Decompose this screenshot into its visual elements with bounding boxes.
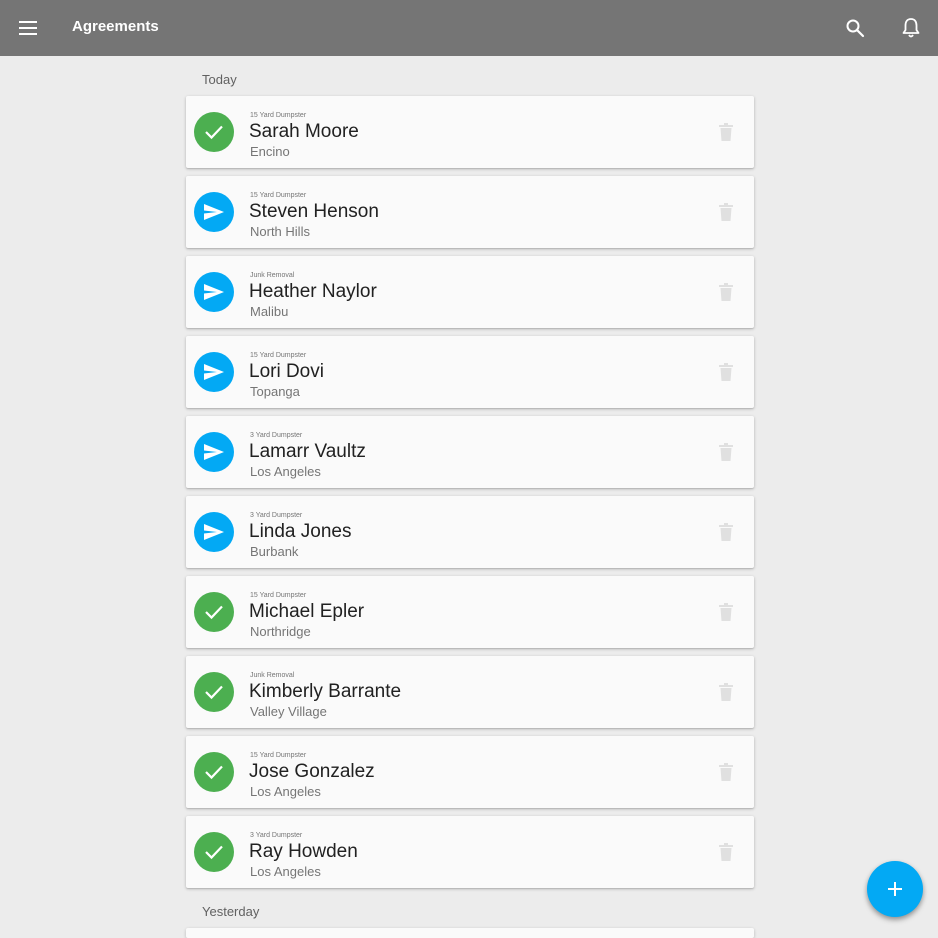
- trash-icon: [719, 523, 733, 541]
- status-sent: [194, 272, 234, 312]
- customer-name: Michael Epler: [249, 601, 365, 622]
- bell-icon: [902, 18, 920, 38]
- trash-icon: [719, 203, 733, 221]
- agreement-card[interactable]: 15 Yard Dumpster Lori Dovi Topanga: [186, 336, 754, 408]
- agreement-card[interactable]: 15 Yard Dumpster Steven Henson North Hills: [186, 176, 754, 248]
- trash-icon: [719, 283, 733, 301]
- customer-name: Lori Dovi: [249, 361, 324, 382]
- agreement-card[interactable]: 15 Yard Dumpster Sarah Moore Encino: [186, 96, 754, 168]
- status-sent: [194, 352, 234, 392]
- delete-button[interactable]: [716, 762, 736, 782]
- delete-button[interactable]: [716, 362, 736, 382]
- customer-city: Topanga: [250, 384, 300, 399]
- section-header-yesterday: Yesterday: [202, 904, 260, 919]
- trash-icon: [719, 763, 733, 781]
- trash-icon: [719, 683, 733, 701]
- customer-name: Lamarr Vaultz: [249, 441, 366, 462]
- plus-icon: [888, 882, 902, 896]
- service-type: 15 Yard Dumpster: [250, 192, 307, 199]
- page-title: Agreements: [72, 18, 159, 35]
- customer-name: Ray Howden: [249, 841, 358, 862]
- agreement-card[interactable]: 3 Yard Dumpster Lamarr Vaultz Los Angeles: [186, 416, 754, 488]
- status-signed: [194, 752, 234, 792]
- status-signed: [194, 592, 234, 632]
- check-icon: [205, 765, 223, 780]
- check-icon: [205, 605, 223, 620]
- agreement-card[interactable]: 15 Yard Dumpster Jose Gonzalez Los Angeles: [186, 736, 754, 808]
- agreement-list: 15 Yard Dumpster Sarah Moore Encino 15 Yard…: [186, 96, 754, 896]
- delete-button[interactable]: [716, 202, 736, 222]
- customer-city: Malibu: [250, 304, 289, 319]
- status-sent: [194, 432, 234, 472]
- status-signed: [194, 112, 234, 152]
- status-sent: [194, 192, 234, 232]
- service-type: Junk Removal: [250, 272, 295, 279]
- status-signed: [194, 832, 234, 872]
- customer-city: Los Angeles: [250, 464, 321, 479]
- customer-city: Encino: [250, 144, 290, 159]
- trash-icon: [719, 123, 733, 141]
- delete-button[interactable]: [716, 602, 736, 622]
- agreement-card[interactable]: 3 Yard Dumpster Linda Jones Burbank: [186, 496, 754, 568]
- menu-button[interactable]: [16, 16, 40, 40]
- delete-button[interactable]: [716, 842, 736, 862]
- trash-icon: [719, 363, 733, 381]
- search-icon: [846, 19, 865, 38]
- customer-name: Sarah Moore: [249, 121, 359, 142]
- agreement-card[interactable]: Junk Removal Heather Naylor Malibu: [186, 256, 754, 328]
- check-icon: [205, 125, 223, 140]
- section-header-today: Today: [202, 72, 237, 87]
- customer-city: North Hills: [250, 224, 310, 239]
- add-agreement-button[interactable]: [867, 861, 923, 917]
- agreement-card[interactable]: Junk Removal Kimberly Barrante Valley Vill…: [186, 656, 754, 728]
- customer-name: Kimberly Barrante: [249, 681, 402, 702]
- status-sent: [194, 512, 234, 552]
- check-icon: [205, 685, 223, 700]
- service-type: 3 Yard Dumpster: [250, 512, 303, 519]
- customer-city: Valley Village: [250, 704, 327, 719]
- send-icon: [204, 204, 224, 220]
- service-type: Junk Removal: [250, 672, 295, 679]
- status-signed: [194, 672, 234, 712]
- delete-button[interactable]: [716, 522, 736, 542]
- search-button[interactable]: [843, 16, 867, 40]
- agreement-card[interactable]: 3 Yard Dumpster Ray Howden Los Angeles: [186, 816, 754, 888]
- service-type: 3 Yard Dumpster: [250, 832, 303, 839]
- menu-icon: [19, 21, 37, 35]
- trash-icon: [719, 443, 733, 461]
- customer-city: Los Angeles: [250, 784, 321, 799]
- service-type: 15 Yard Dumpster: [250, 752, 307, 759]
- trash-icon: [719, 843, 733, 861]
- send-icon: [204, 444, 224, 460]
- agreement-card[interactable]: [186, 928, 754, 938]
- delete-button[interactable]: [716, 122, 736, 142]
- customer-name: Linda Jones: [249, 521, 352, 542]
- send-icon: [204, 364, 224, 380]
- customer-city: Burbank: [250, 544, 299, 559]
- agreement-card[interactable]: 15 Yard Dumpster Michael Epler Northridge: [186, 576, 754, 648]
- notifications-button[interactable]: [899, 16, 923, 40]
- service-type: 3 Yard Dumpster: [250, 432, 303, 439]
- check-icon: [205, 845, 223, 860]
- delete-button[interactable]: [716, 282, 736, 302]
- delete-button[interactable]: [716, 682, 736, 702]
- customer-name: Jose Gonzalez: [249, 761, 375, 782]
- service-type: 15 Yard Dumpster: [250, 352, 307, 359]
- customer-name: Heather Naylor: [249, 281, 377, 302]
- send-icon: [204, 284, 224, 300]
- delete-button[interactable]: [716, 442, 736, 462]
- app-bar: Agreements: [0, 0, 938, 56]
- customer-city: Northridge: [250, 624, 311, 639]
- service-type: 15 Yard Dumpster: [250, 112, 307, 119]
- send-icon: [204, 524, 224, 540]
- service-type: 15 Yard Dumpster: [250, 592, 307, 599]
- customer-name: Steven Henson: [249, 201, 379, 222]
- trash-icon: [719, 603, 733, 621]
- customer-city: Los Angeles: [250, 864, 321, 879]
